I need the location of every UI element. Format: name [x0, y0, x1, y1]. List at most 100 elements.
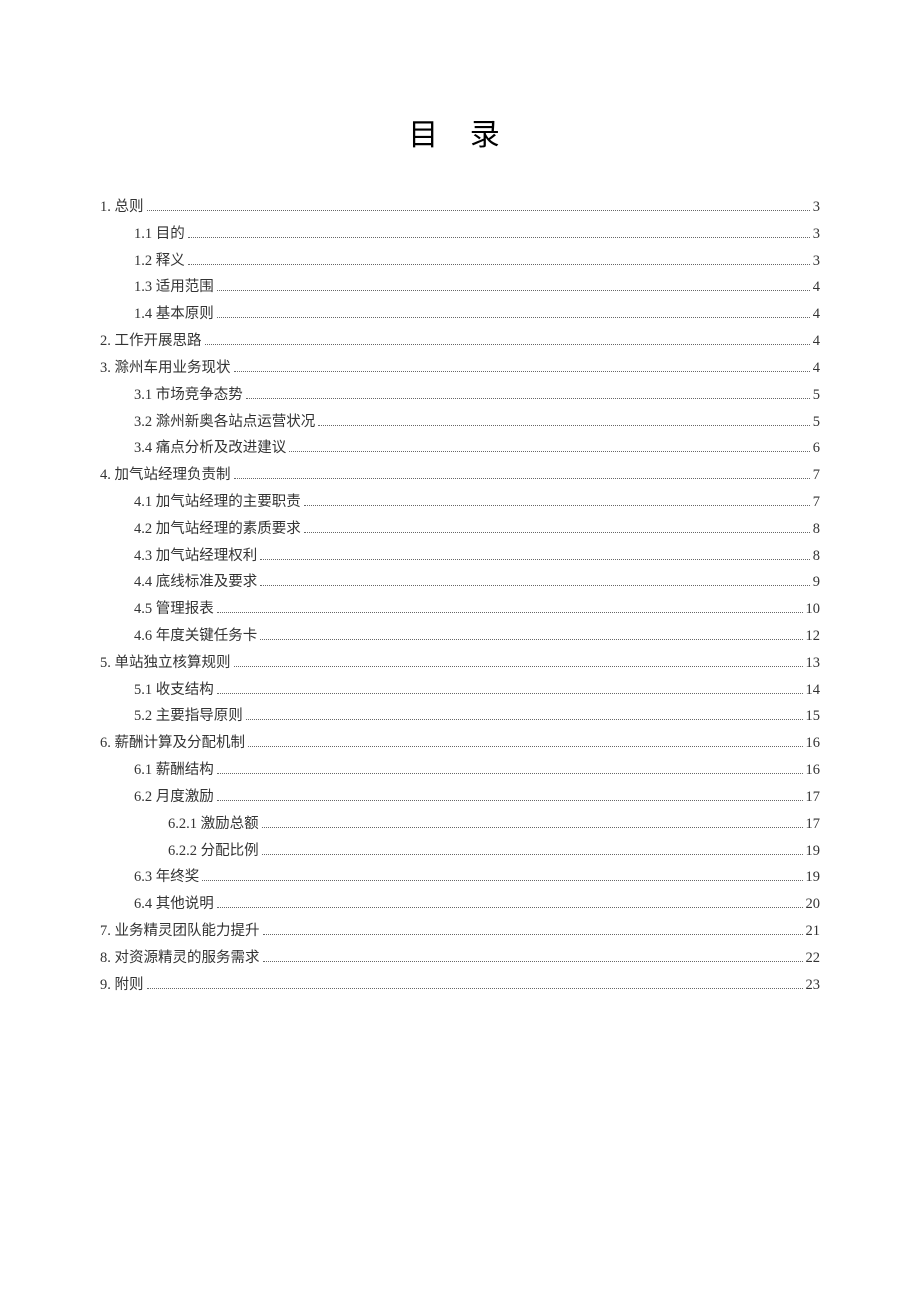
toc-entry: 4.4 底线标准及要求 9	[100, 569, 820, 596]
toc-entry: 4. 加气站经理负责制 7	[100, 462, 820, 489]
toc-entry-label: 9. 附则	[100, 972, 144, 999]
toc-entry-label: 3.4 痛点分析及改进建议	[134, 435, 286, 462]
toc-entry-page: 4	[813, 355, 820, 382]
toc-entry-page: 4	[813, 328, 820, 355]
toc-leader	[318, 415, 810, 425]
toc-entry-label: 1.1 目的	[134, 221, 185, 248]
toc-leader	[260, 630, 802, 640]
toc-entry-page: 5	[813, 409, 820, 436]
toc-leader	[234, 362, 810, 372]
toc-entry: 4.3 加气站经理权利 8	[100, 543, 820, 570]
toc-entry-label: 6.1 薪酬结构	[134, 757, 214, 784]
toc-entry-label: 4.5 管理报表	[134, 596, 214, 623]
toc-entry-label: 7. 业务精灵团队能力提升	[100, 918, 260, 945]
toc-entry-label: 8. 对资源精灵的服务需求	[100, 945, 260, 972]
toc-entry: 6.2 月度激励 17	[100, 784, 820, 811]
toc-entry: 7. 业务精灵团队能力提升 21	[100, 918, 820, 945]
toc-entry: 3.4 痛点分析及改进建议 6	[100, 435, 820, 462]
toc-leader	[289, 442, 810, 452]
toc-entry: 3.1 市场竞争态势 5	[100, 382, 820, 409]
toc-entry-page: 14	[806, 677, 821, 704]
toc-leader	[263, 952, 803, 962]
toc-entry-label: 3.2 滁州新奥各站点运营状况	[134, 409, 315, 436]
toc-entry-label: 4.2 加气站经理的素质要求	[134, 516, 301, 543]
toc-leader	[304, 523, 810, 533]
toc-leader	[202, 871, 802, 881]
toc-leader	[217, 764, 803, 774]
toc-entry: 1.3 适用范围 4	[100, 274, 820, 301]
toc-entry: 2. 工作开展思路 4	[100, 328, 820, 355]
toc-entry-label: 1.2 释义	[134, 248, 185, 275]
toc-leader	[262, 844, 803, 854]
toc-entry-label: 6. 薪酬计算及分配机制	[100, 730, 245, 757]
toc-leader	[217, 791, 803, 801]
toc-entry-label: 1. 总则	[100, 194, 144, 221]
toc-entry-page: 16	[806, 730, 821, 757]
toc-entry-page: 16	[806, 757, 821, 784]
toc-entry-label: 6.2 月度激励	[134, 784, 214, 811]
toc-leader	[217, 308, 810, 318]
toc-entry-label: 3. 滁州车用业务现状	[100, 355, 231, 382]
toc-entry-label: 6.3 年终奖	[134, 864, 199, 891]
toc-leader	[217, 683, 803, 693]
toc-entry-label: 4. 加气站经理负责制	[100, 462, 231, 489]
toc-entry-label: 4.1 加气站经理的主要职责	[134, 489, 301, 516]
toc-entry-page: 19	[806, 864, 821, 891]
toc-entry-page: 8	[813, 543, 820, 570]
toc-entry-page: 9	[813, 569, 820, 596]
toc-leader	[262, 818, 803, 828]
toc-entry-page: 8	[813, 516, 820, 543]
toc-leader	[147, 978, 803, 988]
toc-leader	[205, 335, 810, 345]
toc-leader	[147, 201, 810, 211]
toc-entry-page: 10	[806, 596, 821, 623]
toc-entry: 6.2.2 分配比例 19	[100, 838, 820, 865]
toc-entry: 6.3 年终奖 19	[100, 864, 820, 891]
toc-leader	[217, 281, 810, 291]
toc-entry-page: 13	[806, 650, 821, 677]
toc-entry-label: 3.1 市场竞争态势	[134, 382, 243, 409]
toc-entry: 6. 薪酬计算及分配机制 16	[100, 730, 820, 757]
toc-entry-label: 6.2.2 分配比例	[168, 838, 259, 865]
toc-entry: 9. 附则 23	[100, 972, 820, 999]
toc-entry-page: 3	[813, 248, 820, 275]
toc-entry-page: 3	[813, 221, 820, 248]
toc-entry-page: 12	[806, 623, 821, 650]
toc-entry-page: 19	[806, 838, 821, 865]
toc-entry-label: 4.4 底线标准及要求	[134, 569, 257, 596]
toc-entry-label: 4.3 加气站经理权利	[134, 543, 257, 570]
toc-entry: 6.4 其他说明 20	[100, 891, 820, 918]
toc-leader	[234, 469, 810, 479]
toc-leader	[234, 657, 803, 667]
toc-entry-page: 4	[813, 274, 820, 301]
toc-entry-page: 5	[813, 382, 820, 409]
toc-leader	[263, 925, 803, 935]
toc-entry: 4.5 管理报表 10	[100, 596, 820, 623]
toc-entry: 3. 滁州车用业务现状 4	[100, 355, 820, 382]
toc-entry: 1.1 目的 3	[100, 221, 820, 248]
toc-entry: 5. 单站独立核算规则 13	[100, 650, 820, 677]
toc-entry-label: 6.4 其他说明	[134, 891, 214, 918]
toc-entry-page: 17	[806, 784, 821, 811]
toc-entry-page: 6	[813, 435, 820, 462]
toc-entry-page: 7	[813, 462, 820, 489]
toc-leader	[217, 603, 803, 613]
toc-leader	[188, 228, 810, 238]
toc-entry-page: 21	[806, 918, 821, 945]
toc-entry-label: 5. 单站独立核算规则	[100, 650, 231, 677]
toc-leader	[246, 389, 810, 399]
toc-entry: 4.2 加气站经理的素质要求 8	[100, 516, 820, 543]
toc-entry-page: 20	[806, 891, 821, 918]
toc-entry: 6.1 薪酬结构 16	[100, 757, 820, 784]
toc-container: 1. 总则 31.1 目的 31.2 释义 31.3 适用范围 41.4 基本原…	[100, 194, 820, 998]
toc-entry-label: 6.2.1 激励总额	[168, 811, 259, 838]
toc-entry: 5.1 收支结构 14	[100, 677, 820, 704]
toc-leader	[188, 254, 810, 264]
toc-entry-label: 4.6 年度关键任务卡	[134, 623, 257, 650]
toc-title: 目 录	[100, 110, 820, 154]
toc-entry-label: 5.1 收支结构	[134, 677, 214, 704]
toc-entry-label: 1.3 适用范围	[134, 274, 214, 301]
toc-entry: 5.2 主要指导原则 15	[100, 703, 820, 730]
toc-entry: 4.6 年度关键任务卡 12	[100, 623, 820, 650]
toc-entry-page: 23	[806, 972, 821, 999]
